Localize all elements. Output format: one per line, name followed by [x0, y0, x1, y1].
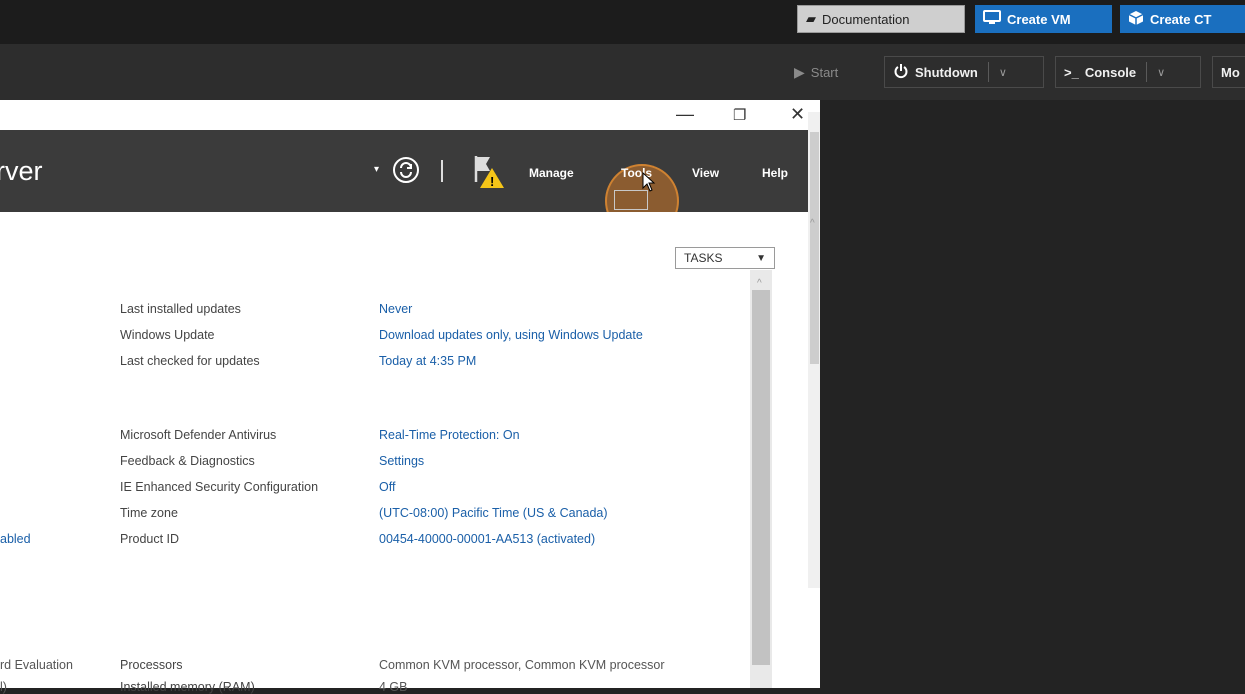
shutdown-label: Shutdown [915, 64, 978, 80]
vm-console-screen[interactable]: — ❐ ✕ rver ▾ ! Manage Tools View Help [0, 100, 820, 688]
tasks-label: TASKS [684, 251, 723, 265]
dropdown-arrow-icon[interactable]: ▾ [374, 164, 379, 175]
chevron-down-icon[interactable]: ∨ [999, 66, 1007, 79]
property-value-link[interactable]: (UTC-08:00) Pacific Time (US & Canada) [379, 506, 608, 520]
property-value-link[interactable]: Never [379, 302, 412, 316]
shutdown-button[interactable]: Shutdown ∨ [884, 56, 1044, 88]
more-label: Mo [1221, 64, 1240, 80]
property-label: Microsoft Defender Antivirus [120, 428, 277, 442]
property-label: Time zone [120, 506, 178, 520]
page-title: rver [0, 156, 43, 186]
refresh-icon[interactable] [392, 156, 420, 189]
create-vm-button[interactable]: Create VM [975, 5, 1112, 33]
documentation-button[interactable]: ▰ Documentation [797, 5, 965, 33]
create-vm-label: Create VM [1007, 11, 1071, 27]
chevron-down-icon[interactable]: ∨ [1157, 66, 1165, 79]
split-divider [1146, 62, 1148, 82]
property-label: Product ID [120, 532, 180, 546]
menu-view[interactable]: View [692, 166, 719, 180]
property-label: Last installed updates [120, 302, 241, 316]
cube-icon [1128, 10, 1144, 29]
property-label: Installed memory (RAM) [120, 680, 255, 694]
close-icon[interactable]: ✕ [790, 104, 805, 125]
property-label: Processors [120, 658, 183, 672]
svg-text:!: ! [490, 174, 494, 189]
split-divider [987, 62, 989, 82]
outer-scrollbar-thumb[interactable] [810, 132, 819, 364]
property-value: Common KVM processor, Common KVM process… [379, 658, 665, 672]
properties-scrollbar-thumb[interactable] [752, 290, 770, 665]
more-button[interactable]: Mo [1212, 56, 1245, 88]
window-titlebar: — ❐ ✕ [0, 100, 820, 130]
proxmox-console-background [820, 100, 1245, 688]
proxmox-top-bar: ▰ Documentation Create VM Create CT [0, 0, 1245, 44]
create-ct-label: Create CT [1150, 11, 1212, 27]
create-ct-button[interactable]: Create CT [1120, 5, 1245, 33]
scroll-up-arrow-icon[interactable]: ^ [757, 278, 762, 289]
console-label: Console [1084, 64, 1137, 80]
play-icon: ▶ [794, 63, 805, 80]
power-icon [893, 63, 909, 82]
minimize-icon[interactable]: — [676, 104, 694, 125]
triangle-down-icon: ▼ [756, 252, 766, 264]
property-value: rd Evaluation [0, 658, 73, 672]
server-properties-panel [0, 212, 808, 688]
server-manager-header: rver ▾ ! Manage Tools View Help [0, 130, 808, 238]
start-label: Start [810, 64, 839, 80]
property-label: Feedback & Diagnostics [120, 454, 255, 468]
property-value-link[interactable]: Download updates only, using Windows Upd… [379, 328, 643, 342]
console-button[interactable]: >_ Console ∨ [1055, 56, 1201, 88]
property-label: IE Enhanced Security Configuration [120, 480, 319, 494]
property-value-link[interactable]: Real-Time Protection: On [379, 428, 520, 442]
scroll-up-arrow-icon[interactable]: ^ [810, 218, 815, 229]
menu-help[interactable]: Help [762, 166, 788, 180]
tasks-dropdown[interactable]: TASKS ▼ [675, 247, 775, 269]
documentation-label: Documentation [822, 11, 910, 27]
property-value-link[interactable]: 00454-40000-00001-AA513 (activated) [379, 532, 595, 546]
property-value-link[interactable]: abled [0, 532, 31, 546]
property-value-link[interactable]: Settings [379, 454, 424, 468]
property-value-link[interactable]: Off [379, 480, 395, 494]
separator [441, 160, 443, 182]
mouse-cursor-icon [642, 171, 656, 197]
property-value: 4 GB [379, 680, 408, 694]
terminal-icon: >_ [1064, 64, 1079, 80]
restore-icon[interactable]: ❐ [733, 106, 746, 124]
start-button[interactable]: ▶ Start [786, 56, 868, 88]
notifications-flag-icon[interactable]: ! [470, 152, 510, 197]
property-label: Last checked for updates [120, 354, 260, 368]
menu-manage[interactable]: Manage [529, 166, 574, 180]
property-value-link[interactable]: Today at 4:35 PM [379, 354, 476, 368]
property-label: Windows Update [120, 328, 215, 342]
property-value: l) [0, 680, 7, 694]
monitor-icon [983, 9, 1001, 29]
book-icon: ▰ [806, 11, 816, 26]
